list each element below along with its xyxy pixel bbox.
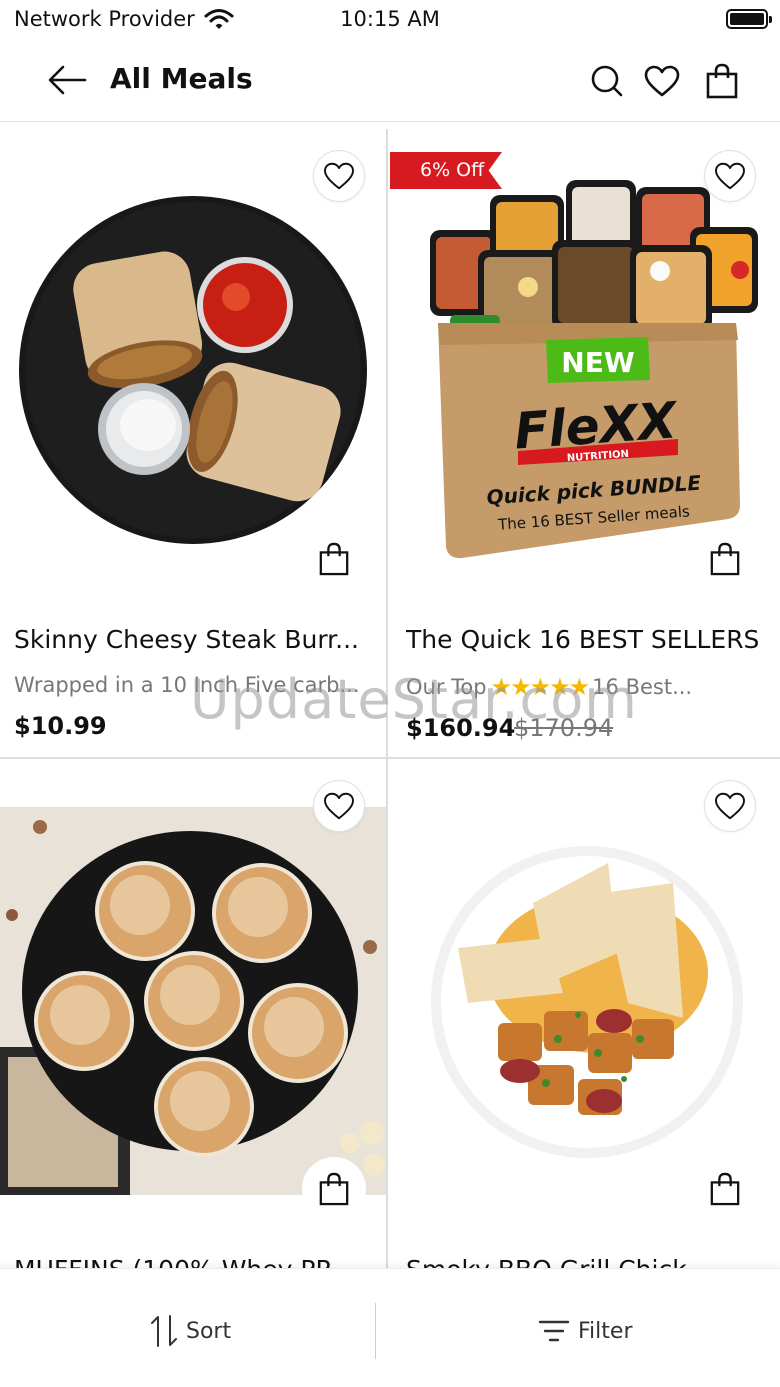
product-name: MUFFINS (100% Whey PRO... [14,1255,374,1268]
product-image-burrito [19,196,367,544]
bottom-action-bar: Sort Filter [0,1268,780,1387]
product-card-2[interactable]: NEW FleXX NUTRITION Quick pick BUNDLE Th… [388,123,780,757]
search-icon [591,65,623,97]
status-bar: Network Provider 10:15 AM [0,0,780,44]
product-card-3[interactable]: MUFFINS (100% Whey PRO... [0,759,386,1268]
heart-icon [324,792,354,820]
filter-label: Filter [578,1318,633,1344]
shopping-bag-icon [319,542,349,576]
cart-button[interactable] [699,58,745,104]
favorite-button[interactable] [313,780,365,832]
favorite-button[interactable] [313,150,365,202]
favorite-button[interactable] [704,150,756,202]
product-image-chicken [431,846,743,1158]
shopping-bag-icon [710,542,740,576]
product-name: The Quick 16 BEST SELLERS [406,625,760,654]
product-image-bundle: NEW FleXX NUTRITION Quick pick BUNDLE Th… [430,180,758,559]
heart-icon [324,162,354,190]
product-card-4[interactable]: Smoky BBQ Grill Chick... [388,759,780,1268]
add-to-cart-button[interactable] [302,1157,366,1221]
wishlist-button[interactable] [639,58,685,104]
app-header: All Meals [0,44,780,122]
status-time: 10:15 AM [340,7,440,31]
heart-icon [715,162,745,190]
add-to-cart-button[interactable] [302,527,366,591]
search-button[interactable] [584,58,630,104]
product-description: Our Top ★★★★★ 16 Best... [406,673,766,701]
heart-icon [715,792,745,820]
page-title: All Meals [110,62,253,95]
back-arrow-icon [48,65,87,95]
product-price: $160.94 [406,714,516,742]
heart-icon [644,65,680,97]
description-suffix: 16 Best... [592,675,693,699]
product-description: Wrapped in a 10 Inch Five carb... [14,673,360,697]
bundle-new-label: NEW [561,346,635,379]
product-name: Skinny Cheesy Steak Burr... [14,625,360,654]
sort-button[interactable]: Sort [150,1307,231,1355]
battery-icon [726,9,772,29]
favorite-button[interactable] [704,780,756,832]
sort-icon [151,1315,177,1347]
shopping-bag-icon [710,1172,740,1206]
back-button[interactable] [42,58,92,102]
shopping-bag-icon [319,1172,349,1206]
discount-badge: 6% Off [390,152,502,189]
bottom-bar-divider [375,1303,376,1359]
add-to-cart-button[interactable] [693,1157,757,1221]
add-to-cart-button[interactable] [693,527,757,591]
description-prefix: Our Top [406,675,487,699]
product-image-muffins [0,807,386,1195]
filter-button[interactable]: Filter [538,1307,632,1355]
filter-icon [538,1320,570,1342]
product-name: Smoky BBQ Grill Chick... [406,1255,766,1268]
product-old-price: $170.94 [514,714,614,742]
shopping-bag-icon [706,63,738,99]
sort-label: Sort [186,1318,232,1344]
product-card-1[interactable]: Skinny Cheesy Steak Burr... Wrapped in a… [0,123,386,757]
product-price: $10.99 [14,712,107,740]
rating-stars: ★★★★★ [490,673,591,701]
